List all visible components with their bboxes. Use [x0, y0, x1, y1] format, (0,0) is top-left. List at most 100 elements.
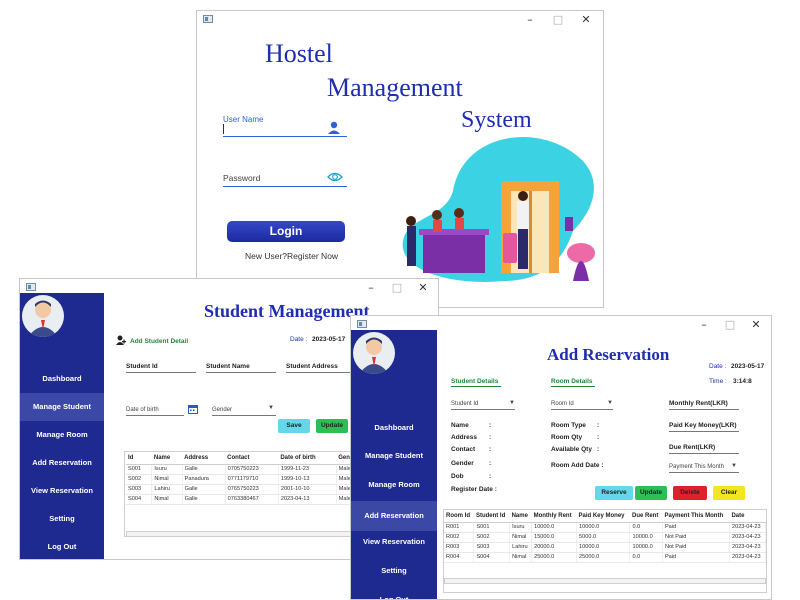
table-cell: Nimal: [151, 494, 183, 505]
table-row[interactable]: S003 Lahiru Galle 0765750223 2001-10-10 Male: [126, 484, 363, 495]
update-button[interactable]: Update: [316, 419, 348, 433]
close-button[interactable]: ✕: [573, 11, 599, 29]
sidebar-item-manage-student[interactable]: Manage Student: [351, 442, 437, 470]
payment-this-month-dropdown[interactable]: Payment This Month: [669, 464, 724, 470]
table-cell: Nimal: [151, 474, 183, 485]
paid-key-money-underline: [669, 431, 739, 432]
sidebar-item-setting[interactable]: Setting: [20, 505, 104, 533]
table-cell: 15000.0: [531, 532, 577, 543]
minimize-button[interactable]: –: [691, 316, 717, 334]
update-button[interactable]: Update: [635, 486, 667, 500]
sidebar-item-view-reservation[interactable]: View Reservation: [20, 477, 104, 505]
table-cell: Paid: [662, 552, 730, 563]
table-row[interactable]: R004 S004 Nimal 25000.0 25000.0 0.0 Paid 2023-0…: [444, 552, 767, 563]
student-name-underline: [206, 372, 276, 373]
monthly-rent-field[interactable]: Monthly Rent(LKR): [669, 400, 728, 407]
horizontal-scrollbar[interactable]: [126, 531, 362, 537]
table-row[interactable]: S004 Nimal Galle 0763380467 2023-04-13 Male: [126, 494, 363, 505]
table-cell: S004: [126, 494, 153, 505]
sidebar-item-dashboard[interactable]: Dashboard: [20, 365, 104, 393]
sidebar-item-setting[interactable]: Setting: [351, 557, 437, 585]
calendar-icon[interactable]: [188, 404, 198, 414]
table-row[interactable]: R003 S003 Lahiru 20000.0 10000.0 10000.0 Not P…: [444, 542, 767, 553]
student-address-field[interactable]: Student Address: [286, 363, 338, 370]
student-name-field[interactable]: Student Name: [206, 363, 250, 370]
column-header[interactable]: Due Rent: [629, 510, 663, 523]
dob-label: Dob: [451, 473, 464, 480]
sidebar-item-add-reservation[interactable]: Add Reservation: [20, 449, 104, 477]
save-button[interactable]: Save: [278, 419, 310, 433]
column-header[interactable]: Name: [151, 452, 183, 465]
sidebar-item-add-reservation[interactable]: Add Reservation: [351, 501, 437, 531]
sidebar-item-dashboard[interactable]: Dashboard: [351, 414, 437, 442]
student-id-dropdown[interactable]: Student Id: [451, 401, 478, 407]
table-cell: 2001-10-10: [278, 484, 337, 495]
sidebar-item-log-out[interactable]: Log Out: [20, 533, 104, 559]
sidebar-item-manage-student[interactable]: Manage Student: [20, 393, 104, 421]
minimize-button[interactable]: –: [517, 11, 543, 29]
gender-dropdown[interactable]: Gender: [212, 407, 232, 413]
room-qty-colon: :: [597, 434, 600, 441]
sidebar-item-manage-room[interactable]: Manage Room: [20, 421, 104, 449]
table-cell: 10000.0: [629, 532, 663, 543]
contact-colon: :: [489, 446, 492, 453]
maximize-button[interactable]: □: [384, 279, 410, 297]
column-header[interactable]: Name: [509, 510, 532, 523]
room-qty-label: Room Qty: [551, 434, 583, 441]
student-id-field[interactable]: Student Id: [126, 363, 158, 370]
table-cell: S001: [126, 464, 153, 475]
table-row[interactable]: R002 S002 Nimal 15000.0 5000.0 10000.0 Not Pai…: [444, 532, 767, 543]
close-button[interactable]: ✕: [743, 316, 769, 334]
table-cell: 2023-04-23: [729, 532, 767, 543]
maximize-button[interactable]: □: [545, 11, 571, 29]
date-of-birth-field[interactable]: Date of birth: [126, 407, 159, 413]
hotel-reception-illustration: [402, 137, 595, 282]
column-header[interactable]: Id: [126, 452, 152, 465]
close-button[interactable]: ✕: [410, 279, 436, 297]
sidebar: Dashboard Manage Student Manage Room Add…: [20, 293, 104, 559]
column-header[interactable]: Student Id: [473, 510, 510, 523]
clear-button[interactable]: Clear: [713, 486, 745, 500]
column-header[interactable]: Date: [729, 510, 766, 523]
table-row[interactable]: S002 Nimal Panadura 0771179710 1999-10-13 Mal…: [126, 474, 363, 485]
column-header[interactable]: Contact: [225, 452, 279, 465]
delete-button[interactable]: Delete: [673, 486, 707, 500]
table-row[interactable]: R001 S001 Isuru 10000.0 10000.0 0.0 Paid 2023-0…: [444, 522, 767, 533]
table-cell: S002: [473, 532, 511, 543]
table-row[interactable]: S001 Isuru Galle 0705750223 1999-11-23 Male: [126, 464, 363, 475]
sidebar-item-view-reservation[interactable]: View Reservation: [351, 528, 437, 556]
reservation-table: Room Id Student Id Name Monthly Rent Paid Ke…: [444, 510, 767, 563]
date-label: Date :: [709, 363, 727, 370]
column-header[interactable]: Monthly Rent: [531, 510, 577, 523]
column-header[interactable]: Address: [182, 452, 226, 465]
column-header[interactable]: Date of birth: [278, 452, 337, 465]
table-cell: Isuru: [509, 522, 533, 533]
column-header[interactable]: Payment This Month: [662, 510, 730, 523]
sidebar-item-manage-room[interactable]: Manage Room: [351, 471, 437, 499]
paid-key-money-field[interactable]: Paid Key Money(LKR): [669, 422, 737, 429]
eye-icon[interactable]: [327, 171, 343, 183]
table-cell: S003: [473, 542, 511, 553]
username-input[interactable]: [223, 124, 224, 134]
column-header[interactable]: Paid Key Money: [576, 510, 630, 523]
password-input[interactable]: Password: [223, 173, 260, 183]
column-header[interactable]: Room Id: [444, 510, 474, 523]
student-table: Id Name Address Contact Date of birth Gen S00…: [126, 452, 363, 505]
horizontal-scrollbar[interactable]: [444, 578, 766, 584]
table-cell: Lahiru: [509, 542, 533, 553]
due-rent-field[interactable]: Due Rent(LKR): [669, 444, 715, 451]
title-hostel: Hostel: [265, 39, 333, 68]
room-id-dropdown[interactable]: Room Id: [551, 401, 574, 407]
reserve-button[interactable]: Reserve: [595, 486, 633, 500]
page-title: Student Management: [204, 301, 370, 321]
sidebar-item-log-out[interactable]: Log Out: [351, 586, 437, 599]
table-cell: Not Paid: [662, 532, 730, 543]
gender-label: Gender: [451, 460, 474, 467]
table-cell: Nimal: [509, 552, 533, 563]
login-button[interactable]: Login: [227, 221, 345, 242]
date-value: 2023-05-17: [731, 363, 765, 370]
maximize-button[interactable]: □: [717, 316, 743, 334]
minimize-button[interactable]: –: [358, 279, 384, 297]
table-cell: 5000.0: [576, 532, 631, 543]
register-link[interactable]: New User?Register Now: [245, 251, 338, 261]
